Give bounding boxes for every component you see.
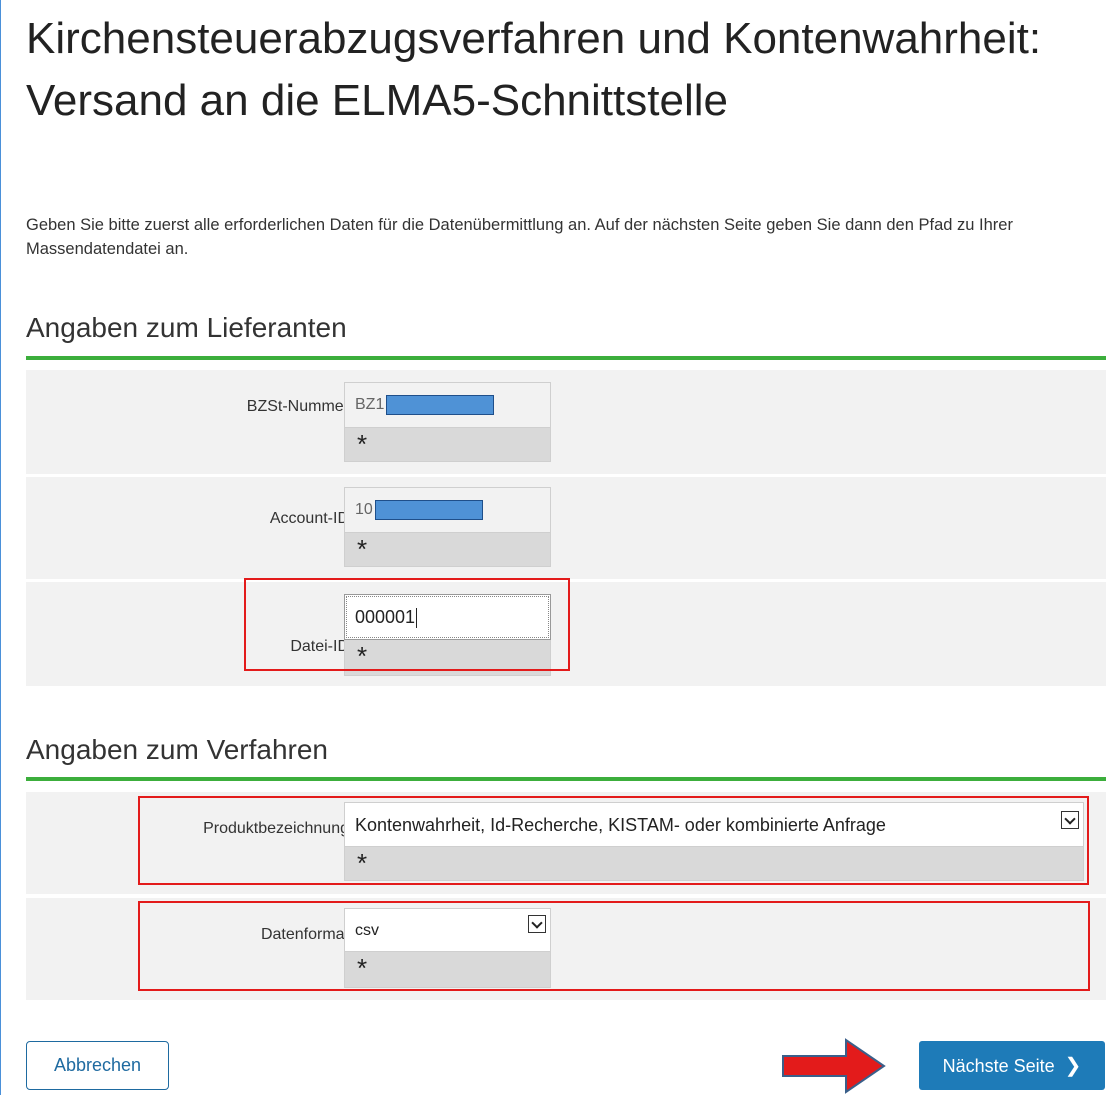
- bzst-input[interactable]: BZ1: [344, 382, 551, 428]
- next-page-button[interactable]: Nächste Seite ❯: [919, 1041, 1105, 1090]
- procedure-section-rule: [26, 777, 1106, 781]
- chevron-right-icon: ❯: [1064, 1055, 1082, 1077]
- redaction-box: [386, 394, 495, 415]
- supplier-section-heading: Angaben zum Lieferanten: [26, 312, 347, 343]
- next-page-label: Nächste Seite: [942, 1056, 1055, 1076]
- account-required-marker: *: [344, 533, 551, 567]
- bzst-value: BZ1: [355, 396, 385, 413]
- arrow-right-icon: [782, 1038, 886, 1094]
- left-border: [0, 0, 1, 1095]
- procedure-section-heading: Angaben zum Verfahren: [26, 734, 328, 765]
- intro-text: Geben Sie bitte zuerst alle erforderlich…: [26, 216, 1013, 258]
- account-value: 10: [355, 501, 373, 518]
- file-id-highlight-box: [244, 578, 570, 671]
- page-title: Kirchensteuerabzugsverfahren und Kontenw…: [26, 14, 1042, 125]
- bzst-required-marker: *: [344, 428, 551, 462]
- supplier-section-rule: [26, 356, 1106, 360]
- account-input[interactable]: 10: [344, 487, 551, 533]
- product-highlight-box: [138, 796, 1089, 885]
- bzst-label: BZSt-Nummer: [246, 398, 349, 415]
- bzst-row: BZSt-Nummer BZ1 *: [26, 370, 1106, 474]
- account-row: Account-ID 10 *: [26, 477, 1106, 579]
- format-highlight-box: [138, 901, 1090, 991]
- redaction-box: [374, 499, 483, 520]
- red-arrow-annotation: [782, 1038, 886, 1094]
- cancel-button[interactable]: Abbrechen: [26, 1041, 169, 1090]
- account-label: Account-ID: [269, 510, 349, 527]
